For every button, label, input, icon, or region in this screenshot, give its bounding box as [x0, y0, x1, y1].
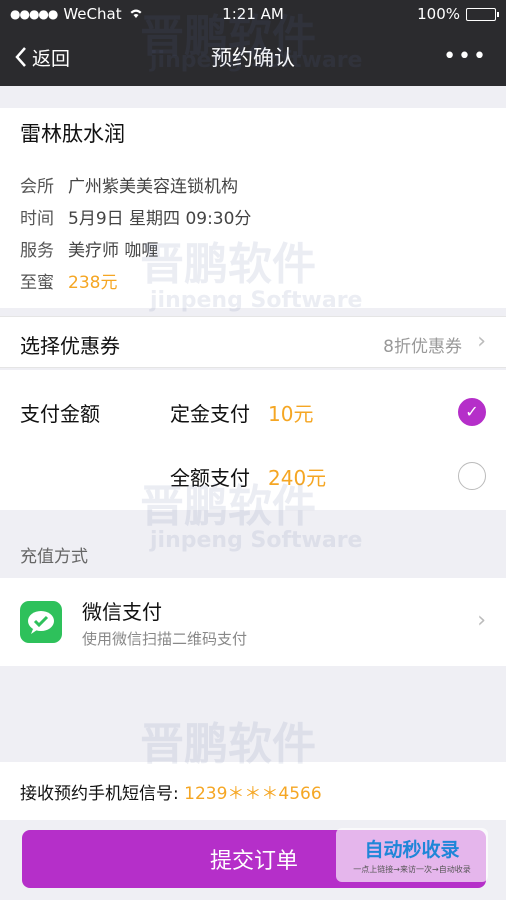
battery-icon [466, 7, 499, 21]
info-label: 至蜜 [20, 273, 54, 293]
wechat-pay-title: 微信支付 [82, 600, 162, 624]
sms-phone-row: 接收预约手机短信号: 1239＊＊＊4566 [0, 762, 506, 820]
carrier-label: WeChat [63, 5, 122, 23]
wifi-icon [128, 5, 144, 23]
deposit-option[interactable]: 定金支付 10元 [170, 398, 313, 427]
watermark-subtitle: jinpeng Software [150, 528, 363, 553]
coupon-selector[interactable]: 选择优惠券 8折优惠券 › [0, 316, 506, 368]
payment-label: 支付金额 [20, 402, 100, 426]
wechat-pay-subtitle: 使用微信扫描二维码支付 [82, 630, 248, 648]
back-label: 返回 [32, 47, 71, 70]
logo-sub: 一点上链接→来访一次→自动收录 [353, 865, 471, 874]
full-payment-option[interactable]: 全额支付 240元 [170, 462, 326, 491]
info-row-price: 至蜜 238元 [20, 268, 117, 293]
info-row-service: 服务 美疗师 咖喱 [20, 236, 158, 261]
logo-main: 自动秒收录 [364, 839, 460, 861]
coupon-label: 选择优惠券 [20, 334, 120, 358]
status-bar: ●●●●● WeChat 1:21 AM 100% [0, 0, 506, 28]
site-logo: 自动秒收录 一点上链接→来访一次→自动收录 [336, 828, 488, 882]
full-payment-amount: 240元 [268, 466, 327, 490]
info-label: 服务 [20, 241, 54, 261]
phone-number: 1239＊＊＊4566 [184, 784, 322, 804]
appointment-info: 雷林肽水润 会所 广州紫美美容连锁机构 时间 5月9日 星期四 09:30分 服… [0, 108, 506, 308]
info-value: 广州紫美美容连锁机构 [68, 177, 238, 197]
wechat-pay-icon [20, 601, 62, 643]
method-header: 充值方式 [20, 547, 88, 567]
chevron-right-icon: › [477, 329, 486, 354]
status-right: 100% [417, 5, 499, 23]
full-payment-radio[interactable] [458, 462, 486, 490]
info-value: 美疗师 咖喱 [68, 241, 159, 261]
back-button[interactable]: 返回 [0, 44, 70, 71]
phone-label: 接收预约手机短信号: [20, 784, 179, 804]
deposit-label: 定金支付 [170, 402, 250, 426]
wechat-pay-option[interactable]: 微信支付 使用微信扫描二维码支付 › [0, 578, 506, 666]
phone-label-row: 接收预约手机短信号: 1239＊＊＊4566 [20, 779, 322, 804]
info-label: 会所 [20, 177, 54, 197]
info-label: 时间 [20, 209, 54, 229]
more-button[interactable]: ••• [443, 44, 488, 69]
info-value: 5月9日 星期四 09:30分 [68, 209, 252, 229]
full-payment-label: 全额支付 [170, 466, 250, 490]
nav-bar: 返回 预约确认 ••• [0, 28, 506, 86]
page-title: 预约确认 [211, 46, 295, 70]
info-row-time: 时间 5月9日 星期四 09:30分 [20, 204, 251, 229]
signal-icon: ●●●●● [10, 7, 58, 21]
deposit-amount: 10元 [268, 402, 314, 426]
status-left: ●●●●● WeChat [10, 5, 417, 23]
deposit-radio[interactable]: ✓ [458, 398, 486, 426]
service-name: 雷林肽水润 [20, 122, 125, 146]
info-price: 238元 [68, 273, 118, 293]
chevron-left-icon [15, 47, 26, 67]
chevron-right-icon: › [477, 608, 486, 633]
battery-label: 100% [417, 5, 460, 23]
payment-amount: 支付金额 定金支付 10元 ✓ 全额支付 240元 [0, 370, 506, 510]
coupon-value: 8折优惠券 [383, 337, 462, 357]
info-row-club: 会所 广州紫美美容连锁机构 [20, 172, 238, 197]
